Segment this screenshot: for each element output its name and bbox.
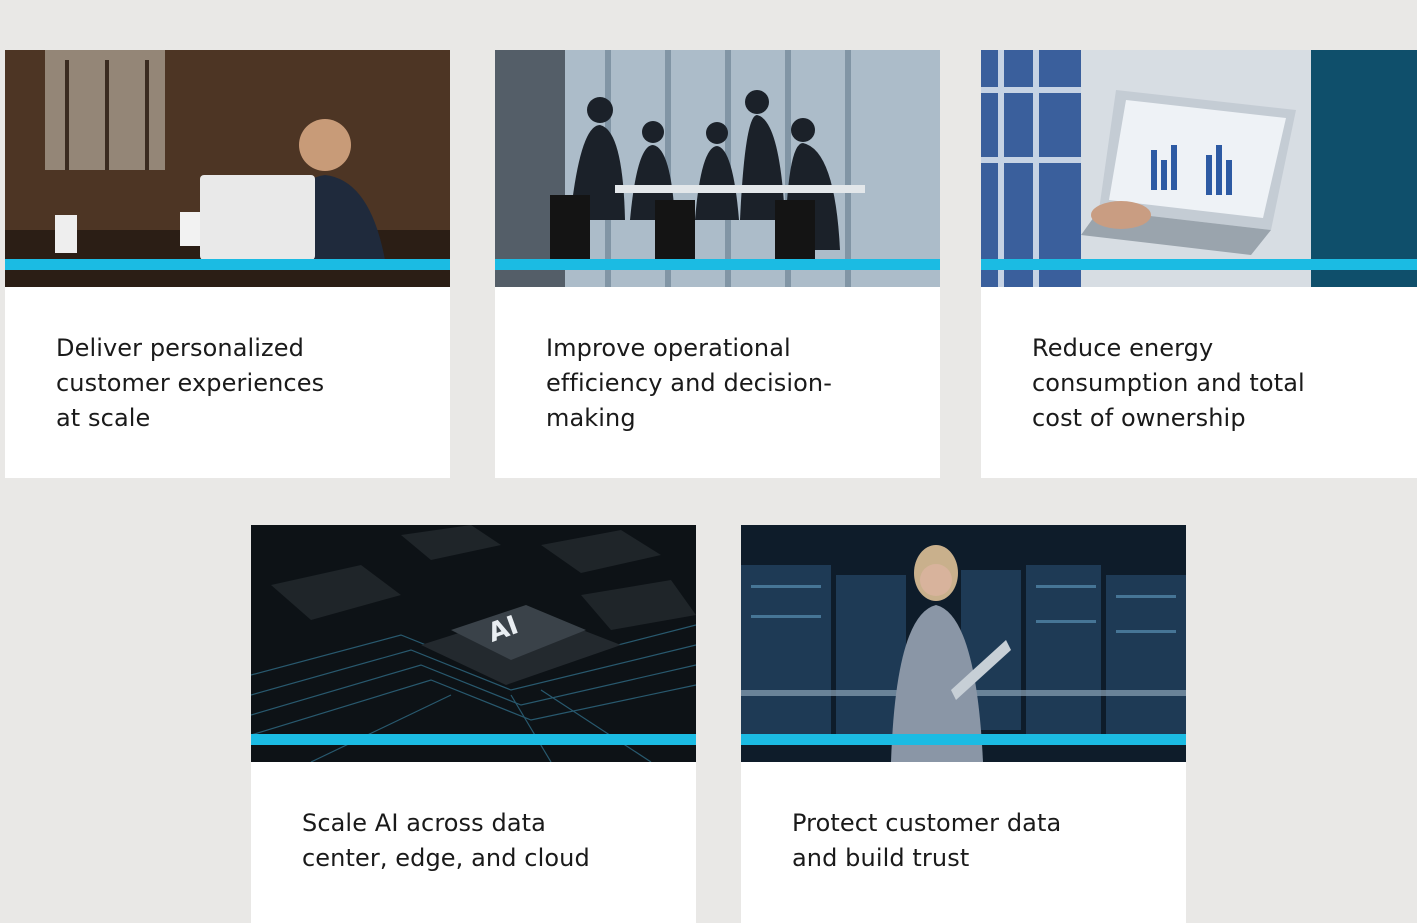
solution-card-protect-data[interactable]: Protect customer data and build trust [741,525,1186,923]
accent-stripe [251,734,696,745]
cafe-laptop-photo [5,50,450,287]
accent-stripe [981,259,1417,270]
card-title: Protect customer data and build trust [792,809,1062,872]
card-title: Reduce energy consumption and total cost… [1032,334,1305,432]
server-room-photo [741,525,1186,762]
card-title: Improve operational efficiency and decis… [546,334,832,432]
solution-card-energy-consumption[interactable]: Reduce energy consumption and total cost… [981,50,1417,478]
laptop-charts-photo [981,50,1417,287]
accent-stripe [5,259,450,270]
office-meeting-photo [495,50,940,287]
accent-stripe [741,734,1186,745]
solution-card-scale-ai[interactable]: AI Scale AI across data center, edge, an… [251,525,696,923]
solution-card-operational-efficiency[interactable]: Improve operational efficiency and decis… [495,50,940,478]
solution-card-personalized-experiences[interactable]: Deliver personalized customer experience… [5,50,450,478]
card-title: Scale AI across data center, edge, and c… [302,809,590,872]
accent-stripe [495,259,940,270]
card-title: Deliver personalized customer experience… [56,334,325,432]
ai-chip-photo: AI [251,525,696,762]
